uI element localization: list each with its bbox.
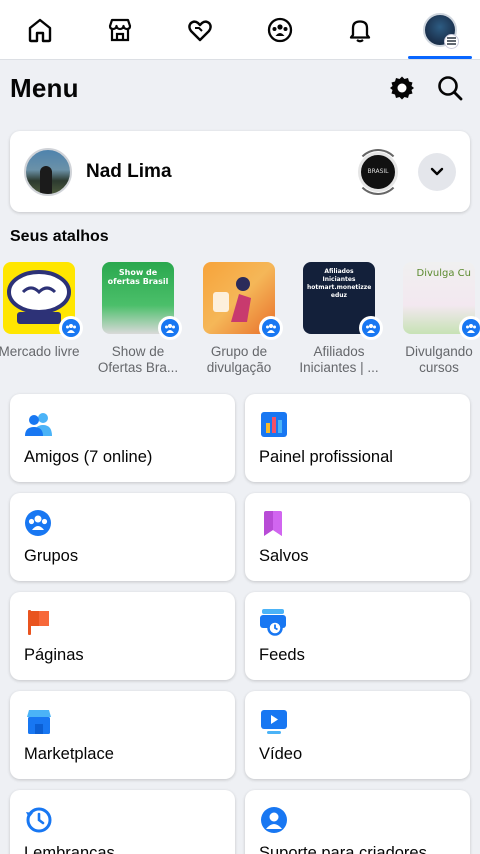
profile-card[interactable]: Nad Lima BRASIL xyxy=(10,131,470,212)
creator-support-icon xyxy=(261,807,287,833)
feeds-icon xyxy=(260,609,286,636)
menu-header: Menu xyxy=(0,60,480,116)
marketplace-icon xyxy=(27,710,51,734)
shortcut-thumbnail: Divulga Cu xyxy=(403,262,480,340)
store-icon xyxy=(108,18,132,41)
groups-icon xyxy=(25,510,51,536)
shortcut-mercado-livre[interactable]: Mercado livre xyxy=(0,262,84,360)
shortcut-label: Show de Ofertas Bra... xyxy=(97,344,179,375)
flag-icon xyxy=(28,610,49,635)
expand-profiles-button[interactable] xyxy=(418,152,456,191)
shortcuts-title: Seus atalhos xyxy=(10,228,109,245)
tab-groups[interactable] xyxy=(240,0,320,59)
top-navigation xyxy=(0,0,480,60)
shortcuts-row: Mercado livre Show de ofertas Brasil Sho… xyxy=(0,262,480,382)
menu-card-marketplace[interactable]: Marketplace xyxy=(10,691,235,779)
shortcut-thumbnail: Afiliados Iniciantes hotmart.monetizze e… xyxy=(303,262,383,340)
menu-card-label: Páginas xyxy=(24,646,84,664)
menu-card-creator-support[interactable]: Suporte para criadores xyxy=(245,790,470,854)
shortcut-thumbnail xyxy=(3,262,83,340)
shortcut-thumb-text: Show de ofertas Brasil xyxy=(107,268,169,286)
menu-card-label: Amigos (7 online) xyxy=(24,448,153,466)
tab-home[interactable] xyxy=(0,0,80,59)
page-title: Menu xyxy=(10,72,79,103)
profile-avatar-icon xyxy=(423,12,459,49)
shortcut-grupo-de-divulgacao[interactable]: Grupo de divulgação xyxy=(194,262,284,376)
menu-card-label: Grupos xyxy=(24,547,79,565)
tab-dating[interactable] xyxy=(160,0,240,59)
shortcut-thumb-text: Divulga Cu xyxy=(416,268,472,279)
menu-card-label: Suporte para criadores xyxy=(259,844,427,854)
friends-icon xyxy=(25,413,52,436)
group-badge-icon xyxy=(259,316,283,340)
tab-notifications[interactable] xyxy=(320,0,400,59)
dashboard-icon xyxy=(261,412,287,437)
menu-card-label: Lembranças xyxy=(24,844,115,854)
shortcut-label: Mercado livre xyxy=(0,344,80,359)
shortcut-thumbnail: Show de ofertas Brasil xyxy=(102,262,182,340)
menu-card-label: Feeds xyxy=(259,646,305,664)
menu-badge-icon xyxy=(444,33,459,49)
home-icon xyxy=(28,18,52,42)
menu-card-label: Marketplace xyxy=(24,745,114,763)
tab-menu[interactable] xyxy=(400,0,480,59)
menu-card-video[interactable]: Vídeo xyxy=(245,691,470,779)
shortcut-show-de-ofertas[interactable]: Show de ofertas Brasil Show de Ofertas B… xyxy=(93,262,183,376)
search-button[interactable] xyxy=(430,68,470,108)
shortcut-divulgando-cursos[interactable]: Divulga Cu Divulgando cursos xyxy=(394,262,480,376)
search-icon xyxy=(438,76,463,101)
group-badge-icon xyxy=(359,316,383,340)
video-icon xyxy=(261,710,287,734)
bookmark-icon xyxy=(264,511,282,536)
menu-card-label: Salvos xyxy=(259,547,309,565)
memories-icon xyxy=(26,807,52,833)
group-badge-icon xyxy=(59,316,83,340)
shortcut-label: Divulgando cursos xyxy=(405,344,473,375)
menu-card-label: Painel profissional xyxy=(259,448,393,466)
avatar xyxy=(24,147,72,196)
group-badge-icon xyxy=(459,316,480,340)
shortcut-afiliados-iniciantes[interactable]: Afiliados Iniciantes hotmart.monetizze e… xyxy=(294,262,384,376)
menu-card-groups[interactable]: Grupos xyxy=(10,493,235,581)
menu-card-friends[interactable]: Amigos (7 online) xyxy=(10,394,235,482)
menu-card-label: Vídeo xyxy=(259,745,303,763)
group-badge-icon xyxy=(158,316,182,340)
shortcut-thumb-text: Afiliados Iniciantes hotmart.monetizze e… xyxy=(307,268,372,299)
menu-card-saved[interactable]: Salvos xyxy=(245,493,470,581)
settings-button[interactable] xyxy=(382,68,422,108)
shortcut-thumbnail xyxy=(203,262,283,340)
tab-marketplace[interactable] xyxy=(80,0,160,59)
menu-card-professional-dashboard[interactable]: Painel profissional xyxy=(245,394,470,482)
menu-card-memories[interactable]: Lembranças xyxy=(10,790,235,854)
groups-icon xyxy=(267,17,293,42)
gear-icon xyxy=(390,76,414,100)
shortcut-label: Afiliados Iniciantes | ... xyxy=(299,344,379,375)
bell-icon xyxy=(349,19,371,42)
page-switch-avatar[interactable]: BRASIL xyxy=(355,148,401,195)
chevron-down-icon xyxy=(430,167,444,175)
heart-icon xyxy=(188,19,212,41)
profile-name: Nad Lima xyxy=(86,160,172,182)
page-badge-text: BRASIL xyxy=(367,168,389,175)
menu-card-feeds[interactable]: Feeds xyxy=(245,592,470,680)
shortcut-label: Grupo de divulgação xyxy=(206,344,272,375)
menu-card-pages[interactable]: Páginas xyxy=(10,592,235,680)
